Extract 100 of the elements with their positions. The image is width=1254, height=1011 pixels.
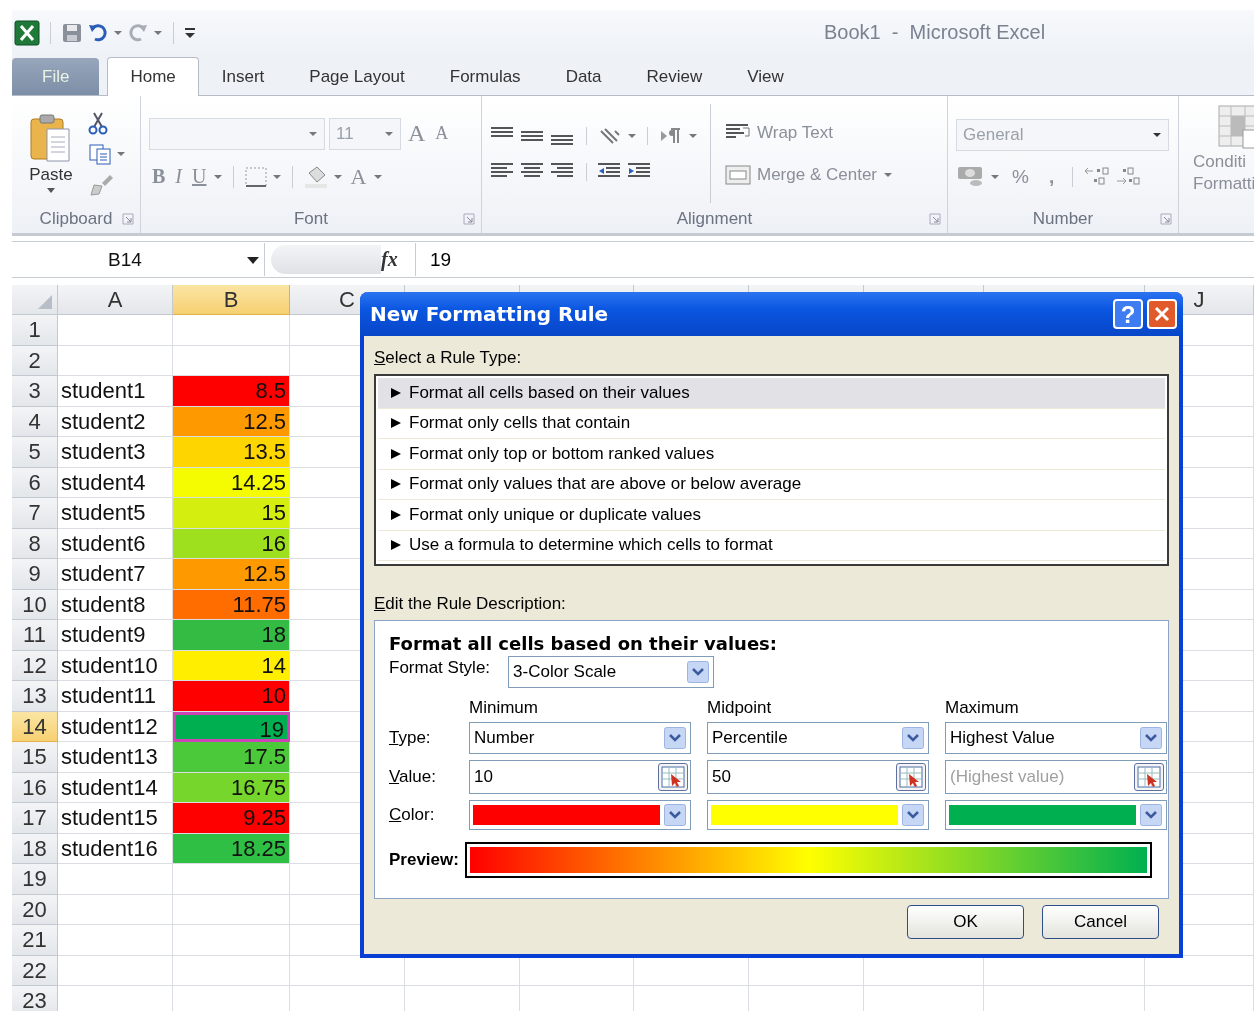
- corner-triangle-icon: [37, 294, 53, 310]
- row-header[interactable]: 20: [12, 894, 58, 925]
- ribbon-tab[interactable]: Home: [107, 57, 199, 96]
- row-header[interactable]: 23: [12, 986, 58, 1011]
- name-box[interactable]: B14: [12, 243, 265, 276]
- table-cell: 18.25: [173, 833, 290, 864]
- color-dropdown[interactable]: [707, 800, 929, 830]
- row-header[interactable]: 3: [12, 376, 58, 407]
- spreadsheet-logo-icon[interactable]: [14, 19, 40, 46]
- dialog-launcher-icon[interactable]: [122, 213, 134, 225]
- list-item[interactable]: Format all cells based on their values: [378, 378, 1165, 409]
- list-item[interactable]: Format only cells that contain: [378, 408, 1165, 439]
- table-grid-icon: [1217, 104, 1254, 150]
- type-dropdown[interactable]: Number: [469, 722, 691, 754]
- close-button[interactable]: [1147, 299, 1177, 329]
- list-item[interactable]: Format only values that are above or below average: [378, 469, 1165, 500]
- group-label: Font: [294, 209, 328, 229]
- value-field[interactable]: 10: [469, 760, 691, 794]
- copy-icon[interactable]: [88, 142, 112, 165]
- chevron-down-icon: [664, 727, 686, 749]
- dialog-launcher-icon[interactable]: [463, 213, 475, 225]
- table-cell: 17.5: [173, 742, 290, 773]
- ribbon-tab[interactable]: Data: [543, 58, 624, 95]
- ok-button[interactable]: OK: [907, 905, 1024, 939]
- row-header[interactable]: 12: [12, 650, 58, 681]
- ribbon-tab[interactable]: Formulas: [427, 58, 543, 95]
- customize-icon[interactable]: [184, 25, 196, 40]
- caret-icon: [246, 254, 260, 265]
- range-select-button[interactable]: [1134, 763, 1164, 791]
- row-header[interactable]: 22: [12, 955, 58, 986]
- paint-bucket-icon[interactable]: [303, 164, 330, 189]
- format-style-dropdown[interactable]: 3-Color Scale: [508, 656, 715, 688]
- row-header[interactable]: 4: [12, 406, 58, 437]
- range-picker-icon: [661, 766, 685, 788]
- field-label: Value:: [389, 767, 437, 787]
- row-header[interactable]: 13: [12, 681, 58, 712]
- formula-input[interactable]: 19: [416, 248, 452, 271]
- ribbon-tab[interactable]: Page Layout: [287, 58, 427, 95]
- dialog-launcher-icon[interactable]: [1160, 213, 1172, 225]
- section-label: Select a Rule Type:: [374, 348, 523, 368]
- row-header[interactable]: 1: [12, 315, 58, 346]
- column-label: Midpoint: [707, 698, 773, 718]
- row-header[interactable]: 17: [12, 803, 58, 834]
- preview-label: Preview:: [389, 850, 459, 870]
- table-cell: 11.75: [173, 589, 290, 620]
- group-label: Alignment: [676, 209, 753, 229]
- type-dropdown[interactable]: Highest Value: [945, 722, 1167, 754]
- row-header[interactable]: 9: [12, 559, 58, 590]
- triangle-icon: [390, 478, 402, 491]
- row-header[interactable]: 7: [12, 498, 58, 529]
- color-dropdown[interactable]: [945, 800, 1167, 830]
- row-header[interactable]: 10: [12, 589, 58, 620]
- table-cell: 15: [173, 498, 290, 529]
- cancel-button[interactable]: Cancel: [1042, 905, 1159, 939]
- row-header[interactable]: 15: [12, 742, 58, 773]
- list-item[interactable]: Use a formula to determine which cells to format: [378, 530, 1165, 561]
- row-header[interactable]: 5: [12, 437, 58, 468]
- chevron-down-icon: [902, 804, 924, 826]
- row-header[interactable]: 18: [12, 833, 58, 864]
- chevron-down-icon: [902, 727, 924, 749]
- table-cell: 12.5: [173, 406, 290, 437]
- table-cell: 13.5: [173, 437, 290, 468]
- range-select-button[interactable]: [896, 763, 926, 791]
- value-field[interactable]: 50: [707, 760, 929, 794]
- column-header[interactable]: B: [173, 285, 290, 315]
- undo-icon[interactable]: [87, 21, 109, 44]
- table-cell: 16: [173, 528, 290, 559]
- table-cell: 18: [173, 620, 290, 651]
- row-header[interactable]: 16: [12, 772, 58, 803]
- row-header[interactable]: 19: [12, 864, 58, 895]
- brush-icon[interactable]: [88, 172, 114, 197]
- row-header[interactable]: 11: [12, 620, 58, 651]
- paste-button[interactable]: Paste: [20, 112, 82, 195]
- row-header[interactable]: 21: [12, 925, 58, 956]
- list-item[interactable]: Format only unique or duplicate values: [378, 500, 1165, 531]
- ribbon-tab[interactable]: Review: [624, 58, 725, 95]
- list-item[interactable]: Format only top or bottom ranked values: [378, 439, 1165, 470]
- row-header[interactable]: 8: [12, 528, 58, 559]
- range-select-button[interactable]: [658, 763, 688, 791]
- section-heading: Format all cells based on their values:: [389, 633, 778, 654]
- borders-icon[interactable]: [244, 165, 269, 188]
- window-title: Book1 - Microsoft Excel: [824, 21, 1046, 44]
- help-button[interactable]: ?: [1113, 299, 1143, 329]
- row-header[interactable]: 6: [12, 467, 58, 498]
- table-cell: 19: [173, 711, 290, 742]
- column-header[interactable]: A: [58, 285, 173, 315]
- ribbon-tab[interactable]: View: [725, 58, 806, 95]
- dialog-launcher-icon[interactable]: [929, 213, 941, 225]
- scissors-icon[interactable]: [88, 110, 108, 135]
- insert-function-button[interactable]: fx: [381, 243, 416, 276]
- field-label: Type:: [389, 728, 432, 748]
- ribbon-tab[interactable]: Insert: [199, 58, 287, 95]
- field-label: Format Style:: [389, 658, 491, 678]
- row-header[interactable]: 14: [12, 711, 58, 742]
- type-dropdown[interactable]: Percentile: [707, 722, 929, 754]
- column-label: Minimum: [469, 698, 539, 718]
- row-header[interactable]: 2: [12, 345, 58, 376]
- color-dropdown[interactable]: [469, 800, 691, 830]
- value-field[interactable]: (Highest value): [945, 760, 1167, 794]
- save-icon[interactable]: [61, 21, 83, 44]
